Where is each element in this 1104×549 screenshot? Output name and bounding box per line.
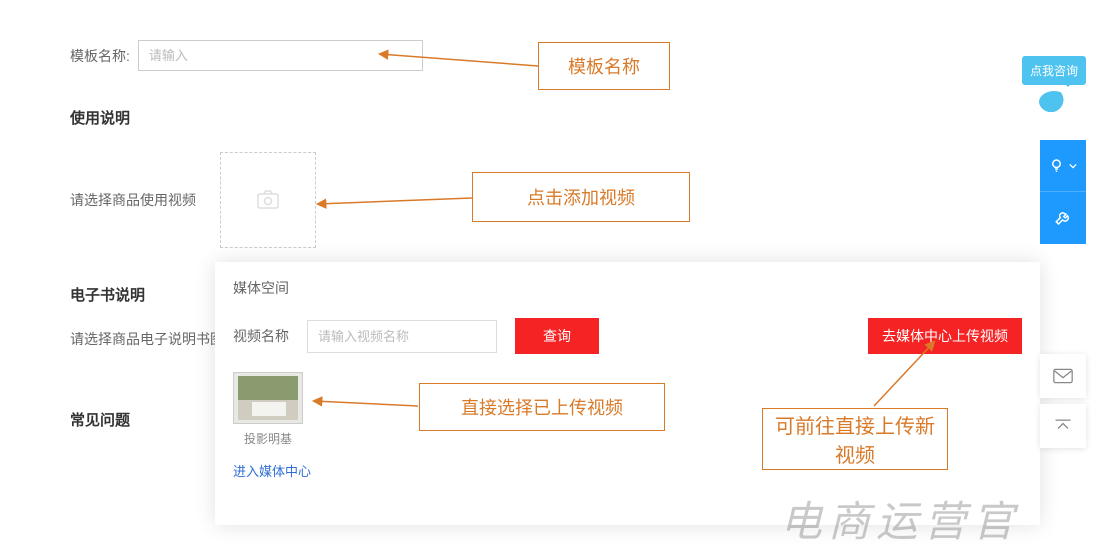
consult-widget[interactable]: 点我咨询: [1022, 56, 1086, 113]
lightbulb-icon: [1049, 157, 1067, 175]
enter-media-center-link[interactable]: 进入媒体中心: [233, 461, 311, 480]
video-item-label: 投影明基: [233, 430, 303, 447]
annotation-add-video: 点击添加视频: [472, 172, 690, 222]
arrow-template-name: [378, 50, 540, 74]
camera-icon: [254, 188, 282, 212]
page-side-actions: [1040, 354, 1086, 448]
video-name-input[interactable]: [307, 320, 497, 353]
chevron-down-icon: [1069, 162, 1077, 170]
back-to-top-button[interactable]: [1040, 404, 1086, 448]
wrench-icon: [1054, 209, 1072, 227]
hint-toggle-button[interactable]: [1040, 140, 1086, 192]
template-name-label: 模板名称:: [70, 46, 130, 66]
message-button[interactable]: [1040, 354, 1086, 398]
back-to-top-icon: [1053, 417, 1073, 435]
annotation-go-upload: 可前往直接上传新视频: [762, 408, 948, 470]
tools-button[interactable]: [1040, 192, 1086, 244]
usage-section-title: 使用说明: [70, 107, 1034, 128]
search-button[interactable]: 查询: [515, 318, 599, 354]
add-video-uploader[interactable]: [220, 152, 316, 248]
arrow-add-video: [316, 186, 476, 210]
video-item[interactable]: 投影明基: [233, 372, 303, 447]
annotation-select-uploaded: 直接选择已上传视频: [419, 383, 665, 431]
arrow-select-uploaded: [312, 396, 422, 416]
video-name-label: 视频名称: [233, 326, 289, 346]
annotation-template-name: 模板名称: [538, 42, 670, 90]
media-panel-title: 媒体空间: [233, 278, 1022, 298]
whale-icon: [1039, 91, 1069, 113]
blue-side-panel: [1040, 140, 1086, 244]
video-thumbnail: [233, 372, 303, 424]
consult-bubble-text: 点我咨询: [1022, 56, 1086, 85]
envelope-icon: [1053, 367, 1073, 385]
video-select-label: 请选择商品使用视频: [70, 152, 220, 248]
arrow-go-upload: [870, 340, 960, 410]
